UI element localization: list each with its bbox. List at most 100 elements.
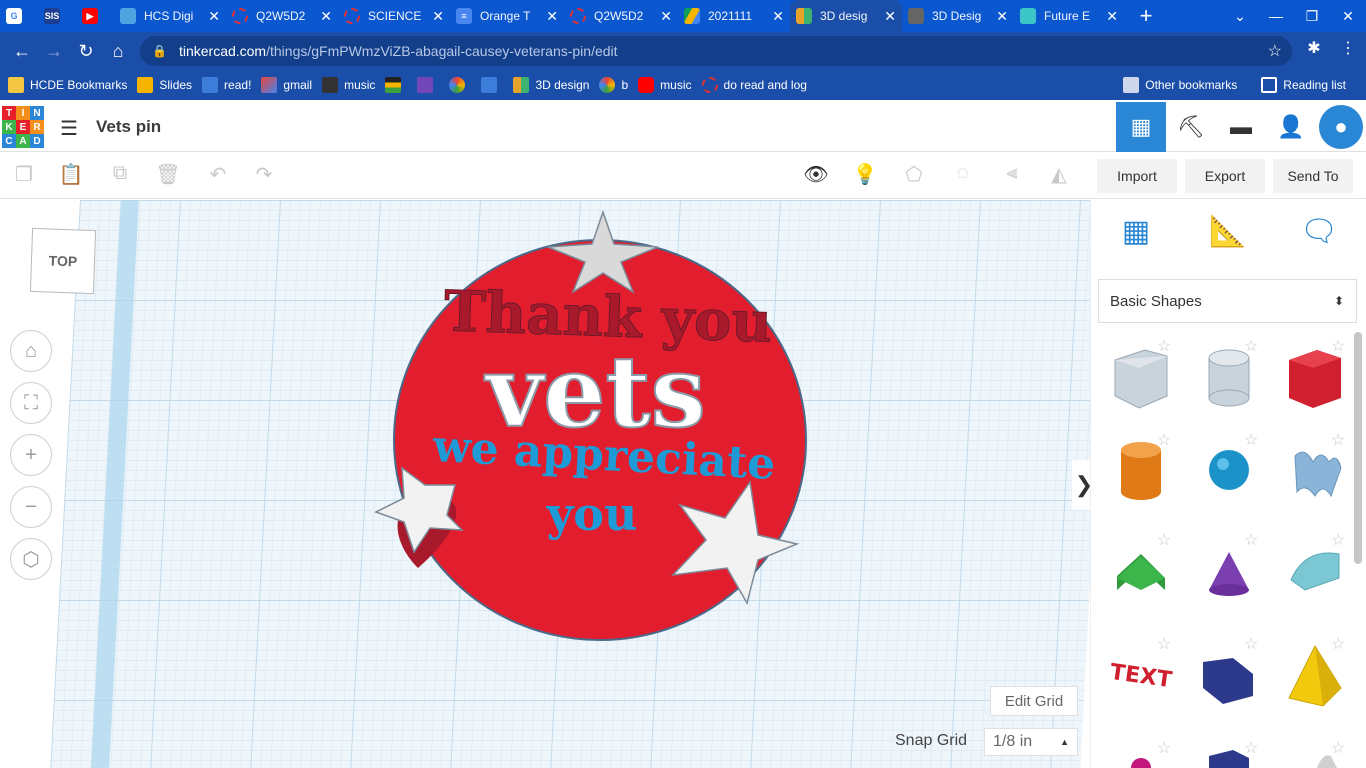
bookmark-b[interactable]: b	[599, 77, 628, 93]
zoom-in-icon[interactable]: +	[10, 434, 52, 476]
shape-cylinder[interactable]	[1121, 442, 1161, 500]
shape-pyramid[interactable]	[1288, 644, 1342, 707]
bookmark-music-yt[interactable]: music	[638, 77, 692, 93]
tab-hcs[interactable]: HCS Digi ✕	[114, 0, 226, 32]
more-menu-icon[interactable]: ⋮	[1336, 38, 1360, 64]
shape-sphere[interactable]	[1209, 450, 1249, 490]
blocks-pickaxe-icon[interactable]: ⛏	[1166, 102, 1216, 152]
favorite-star-icon[interactable]: ☆	[1244, 530, 1258, 550]
home-icon[interactable]: ⌂	[102, 41, 134, 62]
shape-box[interactable]	[1289, 350, 1341, 408]
favorite-star-icon[interactable]: ☆	[1331, 430, 1345, 450]
ruler-icon[interactable]: 📐	[1206, 214, 1250, 260]
duplicate-icon[interactable]: ⧉	[106, 162, 134, 190]
favorite-star-icon[interactable]: ☆	[1157, 530, 1171, 550]
close-icon[interactable]: ✕	[1106, 8, 1118, 25]
forward-icon[interactable]: →	[38, 41, 70, 62]
bookmark-slides[interactable]: Slides	[137, 77, 192, 93]
close-icon[interactable]: ✕	[772, 8, 784, 25]
view-cube[interactable]: TOP	[29, 227, 97, 295]
new-tab-button[interactable]: +	[1132, 3, 1160, 29]
notes-visibility-icon[interactable]: 👁	[802, 162, 830, 190]
tab-q2w5d2[interactable]: Q2W5D2 ✕	[226, 0, 338, 32]
other-bookmarks[interactable]: Other bookmarks	[1123, 77, 1237, 93]
extensions-icon[interactable]: ✱	[1302, 38, 1326, 64]
redo-icon[interactable]: ↷	[250, 162, 278, 190]
tab-future[interactable]: Future E ✕	[1014, 0, 1124, 32]
favorite-star-icon[interactable]: ☆	[1157, 430, 1171, 450]
close-icon[interactable]: ✕	[208, 8, 220, 25]
lightbulb-icon[interactable]: 💡	[851, 162, 879, 190]
close-icon[interactable]: ✕	[884, 8, 896, 25]
bookmark-forms[interactable]	[417, 77, 439, 93]
export-button[interactable]: Export	[1185, 159, 1265, 193]
shape-box-hole[interactable]	[1114, 349, 1168, 409]
notes-icon[interactable]: 🗨	[1297, 214, 1341, 260]
align-icon[interactable]: ⫷	[998, 162, 1026, 190]
text-you[interactable]: you	[546, 487, 638, 541]
shape-round-roof[interactable]	[1290, 552, 1340, 591]
undo-icon[interactable]: ↶	[204, 162, 232, 190]
restore-icon[interactable]: ❐	[1294, 8, 1330, 25]
tab-science[interactable]: SCIENCE ✕	[338, 0, 450, 32]
avatar[interactable]: ●	[1319, 105, 1363, 149]
shape-text[interactable]: TEXT	[1108, 660, 1173, 693]
shape-torus-partial[interactable]	[1131, 758, 1151, 768]
bookmark-mp[interactable]	[481, 77, 503, 93]
shape-polygon[interactable]	[1203, 658, 1253, 704]
favorite-star-icon[interactable]: ☆	[1331, 530, 1345, 550]
shape-category-select[interactable]: Basic Shapes ⬍	[1098, 279, 1357, 323]
tinkercad-logo[interactable]: T I N K E R C A D	[2, 106, 44, 148]
favorite-star-icon[interactable]: ☆	[1157, 738, 1171, 758]
copy-icon[interactable]: ❐	[10, 162, 38, 190]
close-icon[interactable]: ✕	[996, 8, 1008, 25]
back-icon[interactable]: ←	[6, 41, 38, 62]
favorite-star-icon[interactable]: ☆	[1157, 336, 1171, 356]
bookmark-hcde[interactable]: HCDE Bookmarks	[8, 77, 127, 93]
invite-user-icon[interactable]: 👤	[1266, 102, 1316, 152]
favorite-star-icon[interactable]: ☆	[1244, 738, 1258, 758]
tab-sis[interactable]: SIS	[38, 0, 76, 32]
projection-cube-icon[interactable]: ⬡	[10, 538, 52, 580]
minimize-icon[interactable]: —	[1258, 8, 1294, 24]
shape-solid-icon[interactable]: ⬠	[900, 162, 928, 190]
tab-youtube[interactable]: ▶	[76, 0, 114, 32]
close-icon[interactable]: ✕	[432, 8, 444, 25]
close-icon[interactable]: ✕	[660, 8, 672, 25]
favorite-star-icon[interactable]: ☆	[1331, 336, 1345, 356]
tab-q2w5d2-2[interactable]: Q2W5D2 ✕	[564, 0, 678, 32]
favorite-star-icon[interactable]: ☆	[1244, 336, 1258, 356]
favorite-star-icon[interactable]: ☆	[1157, 634, 1171, 654]
close-icon[interactable]: ✕	[546, 8, 558, 25]
bookmark-gmail[interactable]: gmail	[261, 77, 312, 93]
tab-orange[interactable]: ≡ Orange T ✕	[450, 0, 564, 32]
close-icon[interactable]: ✕	[320, 8, 332, 25]
import-button[interactable]: Import	[1097, 159, 1177, 193]
reload-icon[interactable]: ↻	[70, 41, 102, 62]
tab-3d-design-2[interactable]: 3D Desig ✕	[902, 0, 1014, 32]
home-view-icon[interactable]: ⌂	[10, 330, 52, 372]
tab-google[interactable]: G	[0, 0, 38, 32]
shape-roof[interactable]	[1117, 554, 1165, 590]
shape-prism-partial[interactable]	[1209, 750, 1249, 768]
fit-view-icon[interactable]: ⛶	[10, 382, 52, 424]
send-to-button[interactable]: Send To	[1273, 159, 1353, 193]
favorite-star-icon[interactable]: ☆	[1331, 634, 1345, 654]
shape-hole-icon[interactable]: ◌	[949, 162, 977, 190]
design-title[interactable]: Vets pin	[96, 117, 161, 137]
bookmark-star-icon[interactable]: ☆	[1268, 41, 1282, 61]
tab-drive[interactable]: 2021111 ✕	[678, 0, 790, 32]
bookmark-3d-design[interactable]: 3D design	[513, 77, 589, 93]
bookmark-music[interactable]: music	[322, 77, 375, 93]
bookmark-badge[interactable]	[449, 77, 471, 93]
edit-grid-button[interactable]: Edit Grid	[990, 686, 1078, 716]
reading-list[interactable]: Reading list	[1261, 77, 1346, 93]
design-list-icon[interactable]: ☰	[60, 116, 82, 140]
mirror-icon[interactable]: ◭	[1045, 162, 1073, 190]
3d-view-icon[interactable]: ▦	[1116, 102, 1166, 152]
bookmark-read[interactable]: read!	[202, 77, 251, 93]
favorite-star-icon[interactable]: ☆	[1244, 634, 1258, 654]
panel-scrollbar[interactable]	[1354, 332, 1362, 564]
paste-icon[interactable]: 📋	[57, 162, 85, 190]
bricks-icon[interactable]: ▬	[1216, 102, 1266, 152]
